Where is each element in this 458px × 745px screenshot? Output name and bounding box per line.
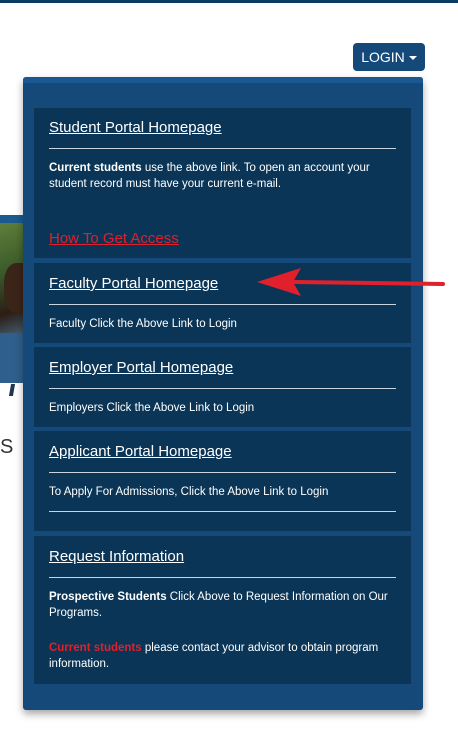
background-photo-person	[4, 263, 25, 313]
divider	[49, 511, 396, 512]
login-label: LOGIN	[361, 49, 405, 65]
divider	[49, 148, 396, 149]
student-portal-link[interactable]: Student Portal Homepage	[49, 119, 222, 136]
applicant-portal-link[interactable]: Applicant Portal Homepage	[49, 443, 232, 460]
background-mark	[8, 384, 16, 396]
current-students-note: Current students please contact your adv…	[49, 640, 404, 672]
employer-portal-link[interactable]: Employer Portal Homepage	[49, 359, 233, 376]
employer-portal-section: Employer Portal Homepage Employers Click…	[34, 347, 411, 427]
red-arrow-annotation	[257, 268, 445, 296]
divider	[49, 388, 396, 389]
faculty-portal-description: Faculty Click the Above Link to Login	[49, 318, 237, 330]
dropdown-top-edge	[23, 77, 423, 83]
divider	[49, 304, 396, 305]
applicant-portal-description: To Apply For Admissions, Click the Above…	[49, 486, 329, 498]
top-border	[0, 0, 458, 3]
request-information-link[interactable]: Request Information	[49, 548, 184, 565]
caret-down-icon	[408, 56, 417, 60]
background-photo-shirt	[0, 333, 25, 383]
request-information-section: Request Information Prospective Students…	[34, 536, 411, 684]
divider	[49, 577, 396, 578]
how-to-get-access-link[interactable]: How To Get Access	[49, 230, 179, 247]
prospective-students-note: Prospective Students Click Above to Requ…	[49, 589, 404, 621]
student-portal-description: Current students use the above link. To …	[49, 160, 404, 192]
current-students-red: Current students	[49, 642, 142, 654]
background-banner-strip	[0, 215, 25, 223]
student-desc-bold: Current students	[49, 162, 142, 174]
login-button[interactable]: LOGIN	[353, 43, 425, 71]
background-text-fragment: S	[0, 436, 14, 458]
divider	[49, 472, 396, 473]
student-portal-section: Student Portal Homepage Current students…	[34, 108, 411, 258]
login-dropdown-menu: Student Portal Homepage Current students…	[23, 77, 423, 710]
applicant-portal-section: Applicant Portal Homepage To Apply For A…	[34, 431, 411, 531]
employer-portal-description: Employers Click the Above Link to Login	[49, 402, 255, 414]
background-photo	[0, 223, 25, 383]
prospective-bold: Prospective Students	[49, 591, 167, 603]
faculty-portal-link[interactable]: Faculty Portal Homepage	[49, 275, 218, 292]
